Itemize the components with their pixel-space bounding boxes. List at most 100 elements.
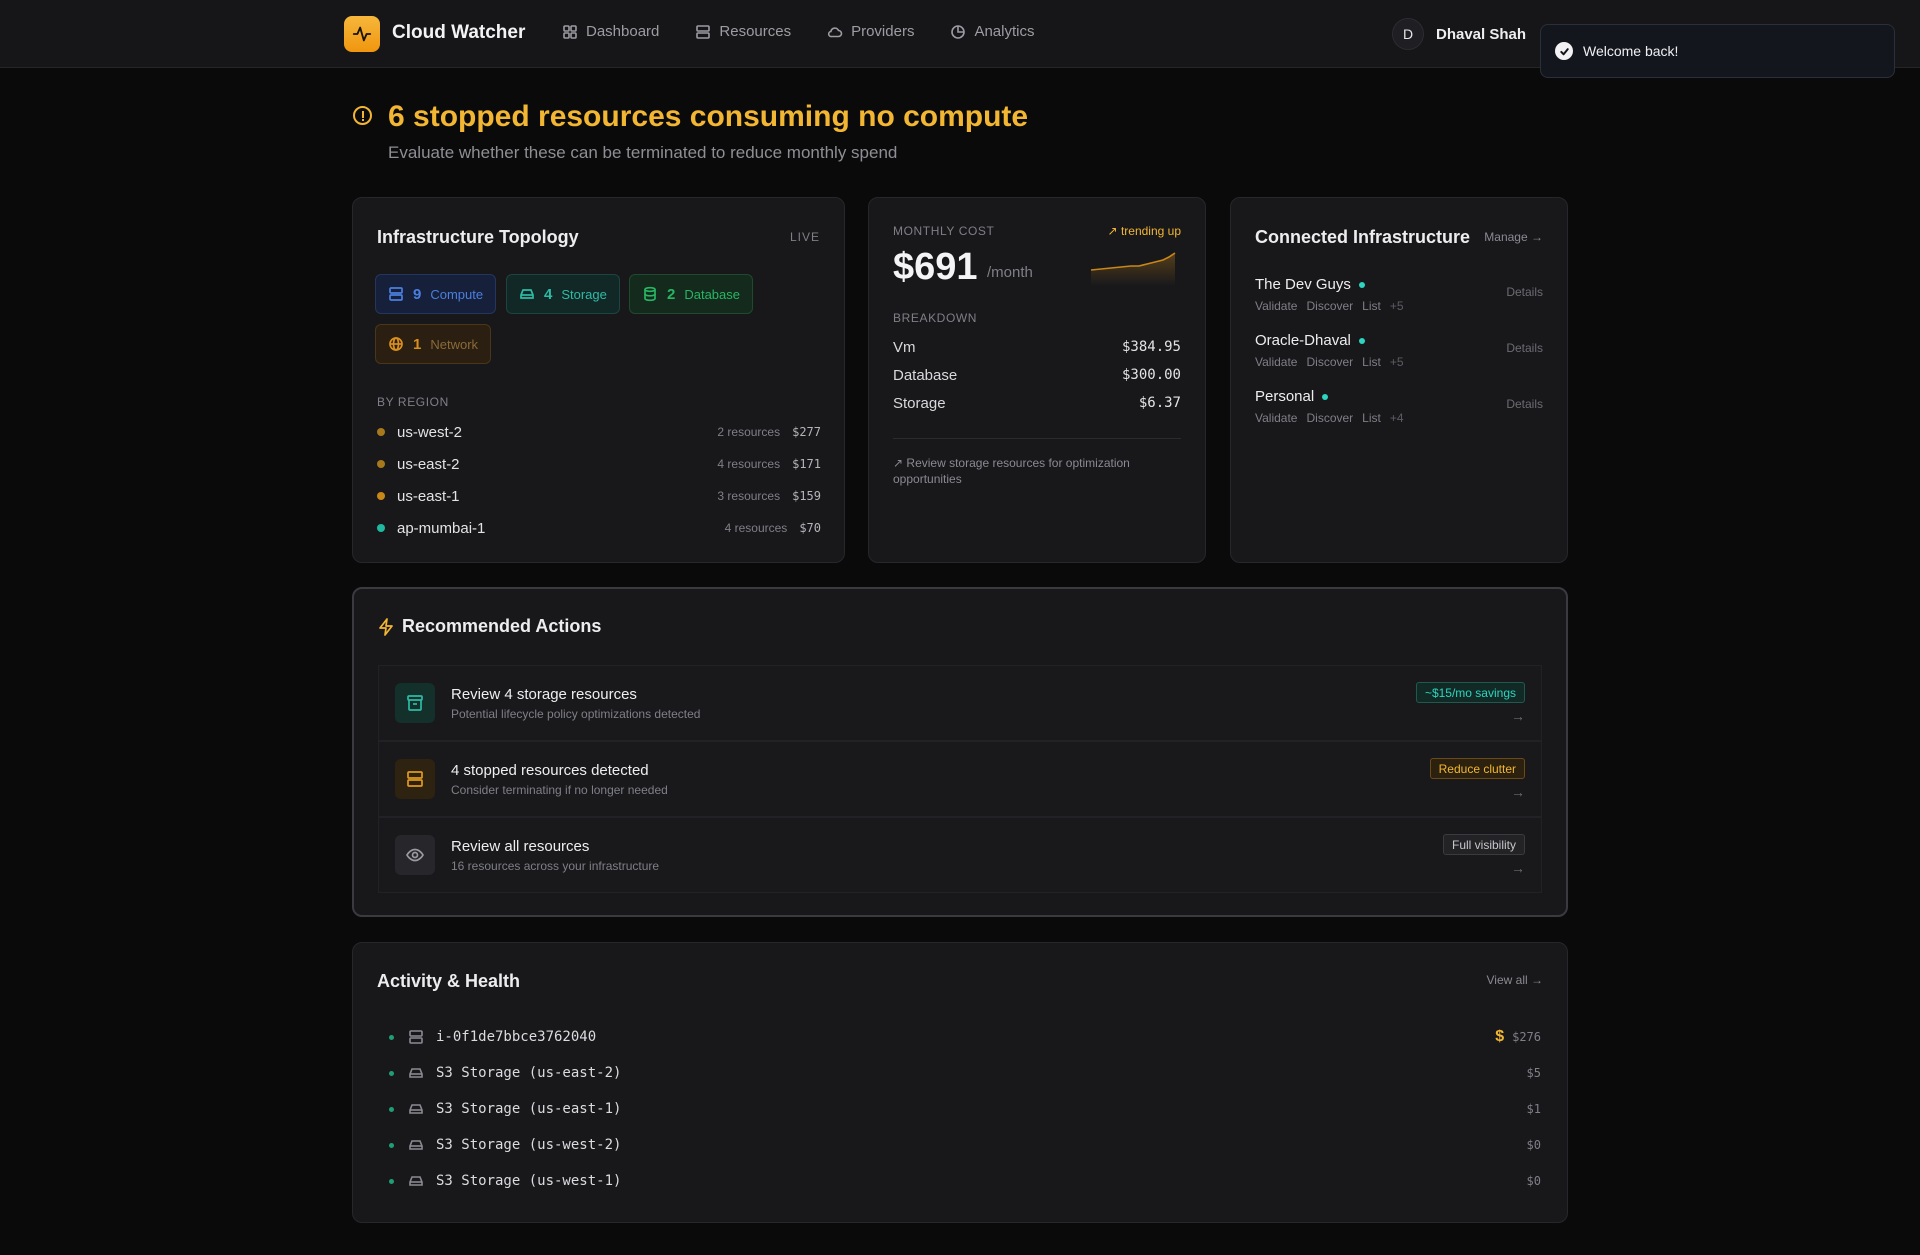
capability-tag: List <box>1362 299 1381 313</box>
resource-name: S3 Storage (us-west-1) <box>436 1173 622 1189</box>
details-link[interactable]: Details <box>1506 397 1543 411</box>
chip-storage[interactable]: 4 Storage <box>506 274 620 314</box>
nav-label: Dashboard <box>586 23 660 40</box>
divider <box>893 438 1181 439</box>
logo[interactable] <box>344 16 380 52</box>
avatar[interactable]: D <box>1392 18 1424 50</box>
details-link[interactable]: Details <box>1506 341 1543 355</box>
user-name[interactable]: Dhaval Shah <box>1436 26 1526 43</box>
connected-infra-card: Connected Infrastructure Manage → The De… <box>1230 197 1568 563</box>
provider-name-row: Personal <box>1255 388 1543 405</box>
provider-item[interactable]: Oracle-Dhaval Validate Discover List +5 … <box>1255 332 1543 374</box>
provider-capabilities: Validate Discover List +5 <box>1255 355 1543 369</box>
breakdown-value: $384.95 <box>1121 339 1181 355</box>
grid-icon <box>563 24 577 39</box>
provider-name: Oracle-Dhaval <box>1255 332 1351 349</box>
cost-note[interactable]: ↗ Review storage resources for optimizat… <box>893 455 1181 487</box>
chip-compute[interactable]: 9 Compute <box>375 274 497 314</box>
action-subtitle: Consider terminating if no longer needed <box>451 783 668 797</box>
nav-label: Providers <box>851 23 915 40</box>
region-heading: BY REGION <box>377 395 449 409</box>
activity-row[interactable]: S3 Storage (us-west-1) $0 <box>389 1171 1541 1191</box>
region-row[interactable]: us-east-2 4 resources $171 <box>377 454 821 474</box>
chip-network[interactable]: 1 Network <box>375 324 492 364</box>
activity-row[interactable]: S3 Storage (us-west-2) $0 <box>389 1135 1541 1155</box>
check-circle-icon <box>1555 42 1573 60</box>
nav-providers[interactable]: Providers <box>827 23 914 40</box>
region-cost: $70 <box>799 521 821 535</box>
region-dot <box>377 460 385 468</box>
nav-analytics[interactable]: Analytics <box>950 23 1034 40</box>
monthly-cost-value: $691 <box>893 246 978 288</box>
drive-icon <box>409 1068 423 1078</box>
view-all-link[interactable]: View all → <box>1487 973 1543 987</box>
provider-item[interactable]: Personal Validate Discover List +4 Detai… <box>1255 388 1543 430</box>
connected-title: Connected Infrastructure <box>1255 227 1471 247</box>
region-count: 2 resources <box>717 425 781 439</box>
activity-row[interactable]: S3 Storage (us-east-2) $5 <box>389 1063 1541 1083</box>
visibility-badge: Full visibility <box>1442 834 1525 855</box>
arrow-right-icon: → <box>1531 230 1543 244</box>
resource-cost: $0 <box>1526 1174 1541 1188</box>
region-cost: $171 <box>792 457 821 471</box>
action-title: Review 4 storage resources <box>451 686 637 703</box>
region-dot <box>377 492 385 500</box>
main-nav: Dashboard Resources Providers Analytics <box>562 23 1070 40</box>
provider-name-row: The Dev Guys <box>1255 276 1543 293</box>
toast-message: Welcome back! <box>1583 43 1679 59</box>
drive-icon <box>409 1104 423 1114</box>
resource-name: S3 Storage (us-east-2) <box>436 1065 622 1081</box>
alert-circle-icon <box>353 106 372 125</box>
health-dot <box>389 1034 394 1040</box>
capability-more: +4 <box>1389 411 1404 425</box>
app-title[interactable]: Cloud Watcher <box>392 22 525 44</box>
health-dot <box>389 1070 394 1076</box>
region-count: 4 resources <box>724 521 788 535</box>
status-dot <box>1322 393 1329 400</box>
activity-row[interactable]: S3 Storage (us-east-1) $1 <box>389 1099 1541 1119</box>
nav-resources[interactable]: Resources <box>695 23 791 40</box>
resource-name: S3 Storage (us-west-2) <box>436 1137 622 1153</box>
activity-health-card: Activity & Health View all → i-0f1de7bbc… <box>352 942 1568 1223</box>
action-item[interactable]: 4 stopped resources detected Consider te… <box>378 741 1542 817</box>
region-row[interactable]: us-west-2 2 resources $277 <box>377 422 821 442</box>
chip-label: Network <box>430 336 479 352</box>
monthly-cost-unit: /month <box>987 264 1033 281</box>
breakdown-name: Storage <box>893 395 946 412</box>
server-icon <box>407 771 423 787</box>
monthly-cost-card: MONTHLY COST ↗ trending up $691 /month B… <box>868 197 1206 563</box>
region-row[interactable]: us-east-1 3 resources $159 <box>377 486 821 506</box>
chip-database[interactable]: 2 Database <box>629 274 753 314</box>
resource-name: S3 Storage (us-east-1) <box>436 1101 622 1117</box>
breakdown-row: Vm $384.95 <box>893 339 1181 356</box>
breakdown-row: Database $300.00 <box>893 367 1181 384</box>
provider-name-row: Oracle-Dhaval <box>1255 332 1543 349</box>
region-name: us-west-2 <box>397 423 463 441</box>
user-menu[interactable]: D Dhaval Shah <box>1392 18 1526 50</box>
action-item[interactable]: Review all resources 16 resources across… <box>378 817 1542 893</box>
manage-link[interactable]: Manage → <box>1484 230 1543 244</box>
chip-count: 2 <box>667 285 676 303</box>
arrow-right-icon[interactable]: → <box>1511 860 1525 876</box>
nav-dashboard[interactable]: Dashboard <box>562 23 659 40</box>
activity-row[interactable]: i-0f1de7bbce3762040 $ $276 <box>389 1027 1541 1047</box>
action-subtitle: Potential lifecycle policy optimizations… <box>451 707 701 721</box>
drive-icon <box>409 1140 423 1150</box>
arrow-right-icon[interactable]: → <box>1511 784 1525 800</box>
breakdown-label: BREAKDOWN <box>893 311 978 325</box>
region-name: ap-mumbai-1 <box>397 519 486 537</box>
trend-label: trending up <box>1120 224 1181 238</box>
details-link[interactable]: Details <box>1506 285 1543 299</box>
arrow-right-icon[interactable]: → <box>1511 708 1525 724</box>
database-icon <box>644 286 656 302</box>
region-count: 4 resources <box>717 457 781 471</box>
region-cost: $159 <box>792 489 821 503</box>
toast-notification[interactable]: Welcome back! <box>1540 24 1895 78</box>
provider-item[interactable]: The Dev Guys Validate Discover List +5 D… <box>1255 276 1543 318</box>
region-row[interactable]: ap-mumbai-1 4 resources $70 <box>377 518 821 538</box>
action-item[interactable]: Review 4 storage resources Potential lif… <box>378 665 1542 741</box>
zap-icon <box>379 618 393 636</box>
chip-label: Database <box>684 286 740 302</box>
recommended-title: Recommended Actions <box>402 616 602 636</box>
region-dot <box>377 428 385 436</box>
